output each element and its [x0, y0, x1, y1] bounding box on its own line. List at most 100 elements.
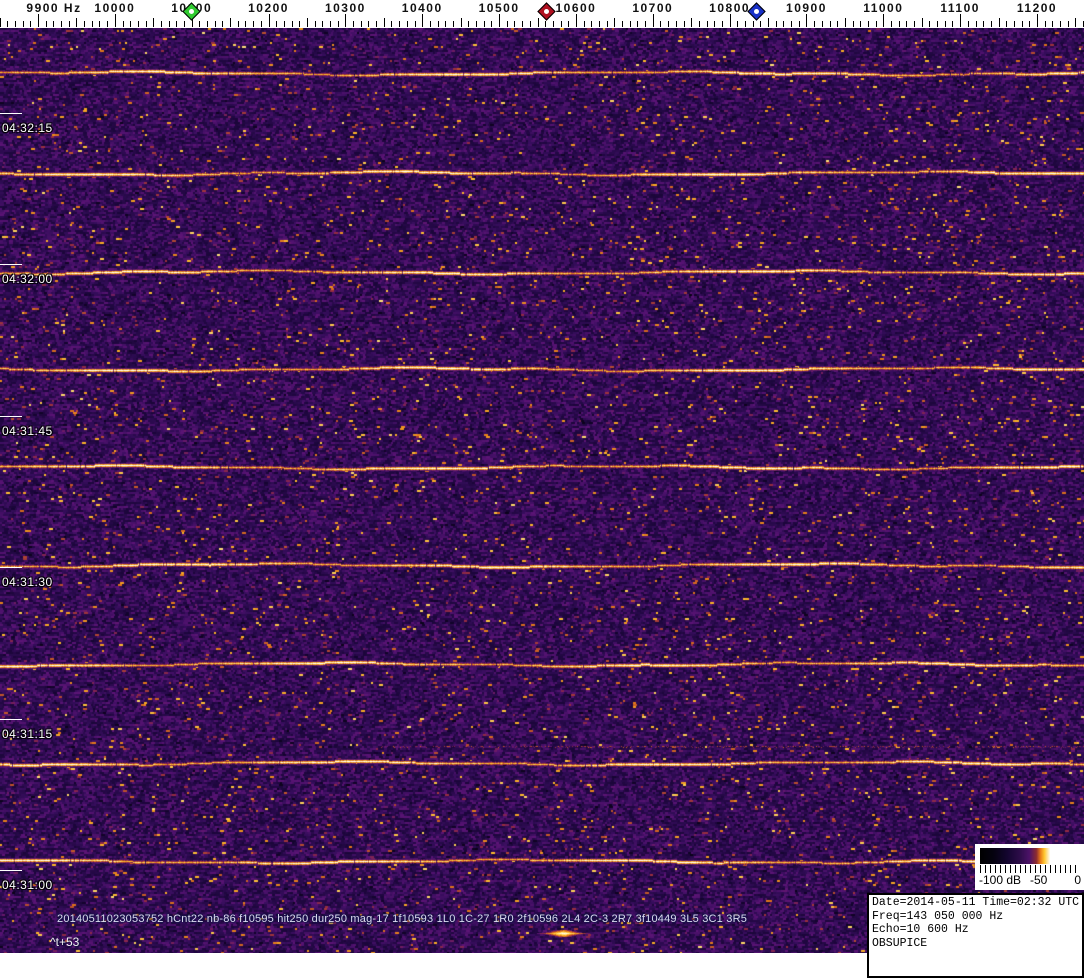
frequency-tick — [1060, 21, 1061, 27]
frequency-tick — [215, 21, 216, 27]
frequency-tick — [107, 21, 108, 27]
frequency-tick — [622, 21, 623, 27]
frequency-tick — [15, 21, 16, 27]
frequency-tick — [691, 18, 692, 27]
frequency-tick-label: 11000 — [863, 1, 904, 15]
frequency-tick-label: 10500 — [478, 1, 520, 15]
frequency-tick — [976, 21, 977, 27]
frequency-tick — [906, 21, 907, 27]
frequency-tick — [222, 21, 223, 27]
frequency-tick — [937, 21, 938, 27]
frequency-tick — [361, 21, 362, 27]
color-scale-gradient — [980, 848, 1079, 864]
frequency-tick — [630, 21, 631, 27]
frequency-tick — [522, 21, 523, 27]
frequency-tick-label: 9900 Hz — [26, 1, 82, 15]
frequency-tick — [753, 21, 754, 27]
frequency-tick — [806, 14, 807, 27]
frequency-tick — [530, 21, 531, 27]
frequency-tick — [476, 21, 477, 27]
frequency-tick — [399, 21, 400, 27]
frequency-tick — [722, 21, 723, 27]
frequency-tick — [468, 21, 469, 27]
frequency-tick — [238, 21, 239, 27]
frequency-tick — [7, 21, 8, 27]
frequency-tick — [123, 21, 124, 27]
frequency-tick-label: 11100 — [940, 1, 980, 15]
frequency-tick — [130, 21, 131, 27]
frequency-tick — [714, 21, 715, 27]
color-scale-labels: -100 dB -50 0 — [977, 873, 1082, 888]
info-line: Freq=143 050 000 Hz — [872, 909, 1004, 923]
frequency-tick-label: 10900 — [786, 1, 827, 15]
frequency-tick — [737, 21, 738, 27]
time-tick — [0, 719, 22, 720]
frequency-tick — [245, 21, 246, 27]
frequency-tick — [514, 21, 515, 27]
frequency-tick — [353, 21, 354, 27]
frequency-tick — [84, 21, 85, 27]
color-scale-ticks — [980, 865, 1079, 873]
spectrogram-waterfall: 04:32:15 04:32:00 04:31:45 04:31:30 04:31:15… — [0, 28, 1084, 978]
frequency-tick — [0, 18, 1, 27]
time-label: 04:31:00 — [2, 878, 53, 892]
marker-red[interactable] — [537, 2, 556, 21]
frequency-tick — [261, 21, 262, 27]
frequency-tick — [684, 21, 685, 27]
frequency-tick — [499, 14, 500, 27]
marker-blue[interactable] — [747, 2, 766, 21]
frequency-tick-label: 10000 — [94, 1, 136, 15]
frequency-tick — [868, 21, 869, 27]
frequency-tick — [1075, 18, 1076, 27]
frequency-tick — [653, 14, 654, 27]
frequency-tick — [837, 21, 838, 27]
color-scale-widget: -100 dB -50 0 — [975, 844, 1084, 890]
frequency-tick — [591, 21, 592, 27]
frequency-tick — [776, 21, 777, 27]
frequency-tick — [699, 21, 700, 27]
frequency-tick — [391, 21, 392, 27]
frequency-tick — [1014, 21, 1015, 27]
frequency-tick — [768, 18, 769, 27]
marker-green-center-dot — [188, 7, 196, 16]
time-label: 04:31:15 — [2, 727, 53, 741]
frequency-ruler: 9900 Hz100001010010200103001040010500106… — [0, 0, 1084, 28]
frequency-tick — [899, 21, 900, 27]
frequency-tick — [760, 21, 761, 27]
time-tick — [0, 264, 22, 265]
frequency-tick — [169, 21, 170, 27]
frequency-tick — [991, 21, 992, 27]
frequency-tick — [507, 21, 508, 27]
frequency-tick — [922, 18, 923, 27]
frequency-tick — [1029, 21, 1030, 27]
frequency-tick — [422, 14, 423, 27]
frequency-tick — [115, 14, 116, 27]
frequency-tick — [153, 18, 154, 27]
spectrogram-canvas — [0, 28, 1084, 953]
observation-info-box: Date=2014-05-11 Time=02:32 UTC Freq=143 0… — [867, 893, 1084, 978]
frequency-tick — [645, 21, 646, 27]
frequency-tick — [707, 21, 708, 27]
frequency-tick — [676, 21, 677, 27]
frequency-tick — [368, 21, 369, 27]
frequency-tick — [345, 14, 346, 27]
frequency-tick — [292, 21, 293, 27]
frequency-tick — [660, 21, 661, 27]
frequency-tick — [783, 21, 784, 27]
frequency-tick — [952, 21, 953, 27]
frequency-tick — [791, 21, 792, 27]
marker-blue-center-dot — [752, 7, 761, 16]
frequency-tick — [430, 21, 431, 27]
frequency-tick — [338, 21, 339, 27]
info-line: Date=2014-05-11 Time=02:32 UTC — [872, 896, 1080, 909]
time-label: 04:32:15 — [2, 121, 53, 135]
frequency-tick — [799, 21, 800, 27]
frequency-tick — [315, 21, 316, 27]
frequency-tick — [637, 21, 638, 27]
frequency-tick — [407, 21, 408, 27]
frequency-tick — [307, 18, 308, 27]
frequency-tick — [284, 21, 285, 27]
frequency-tick — [1068, 21, 1069, 27]
frequency-tick — [253, 21, 254, 27]
frequency-tick — [1037, 14, 1038, 27]
